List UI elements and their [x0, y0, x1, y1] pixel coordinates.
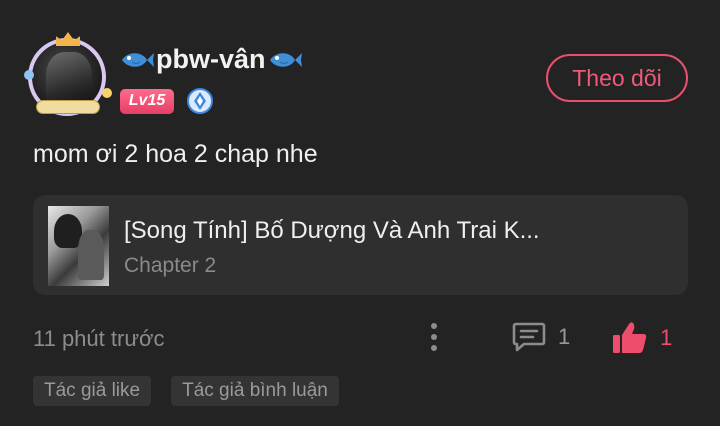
chapter-card-title: [Song Tính] Bố Dượng Và Anh Trai K...	[124, 217, 540, 244]
level-badge: Lv15	[120, 88, 174, 114]
crown-icon	[56, 32, 80, 46]
star-icon	[102, 88, 112, 98]
fish-icon	[269, 52, 302, 67]
chapter-cover-image	[48, 206, 109, 286]
tag-list: Tác giả like Tác giả bình luận	[33, 376, 339, 406]
chapter-card-chapter: Chapter 2	[124, 254, 217, 277]
fish-icon	[122, 52, 154, 67]
comment-icon	[512, 322, 546, 352]
reply-button[interactable]: 1	[512, 320, 570, 354]
like-button[interactable]: 1	[612, 320, 672, 356]
like-count: 1	[660, 325, 673, 350]
more-vertical-icon	[431, 323, 437, 351]
tag-author-like: Tác giả like	[33, 376, 152, 406]
tag-author-comment: Tác giả bình luận	[171, 376, 339, 406]
reply-count: 1	[558, 324, 571, 349]
star-icon	[24, 70, 34, 80]
more-button[interactable]	[422, 320, 446, 354]
follow-button[interactable]: Theo dõi	[546, 54, 688, 102]
avatar-ribbon	[36, 100, 100, 114]
username[interactable]: pbw-vân	[120, 44, 302, 75]
chapter-card[interactable]: [Song Tính] Bố Dượng Và Anh Trai K... Ch…	[33, 195, 688, 295]
username-text: pbw-vân	[156, 44, 266, 74]
timestamp: 11 phút trước	[33, 326, 165, 351]
comment-text: mom ơi 2 hoa 2 chap nhe	[33, 140, 318, 168]
rank-badge-icon	[187, 88, 213, 114]
avatar[interactable]	[22, 30, 114, 122]
user-badges: Lv15	[120, 87, 214, 115]
comment-post: pbw-vân Lv15 Theo dõi mom ơi 2 hoa 2 cha…	[0, 0, 720, 426]
thumbs-up-icon	[613, 322, 647, 353]
